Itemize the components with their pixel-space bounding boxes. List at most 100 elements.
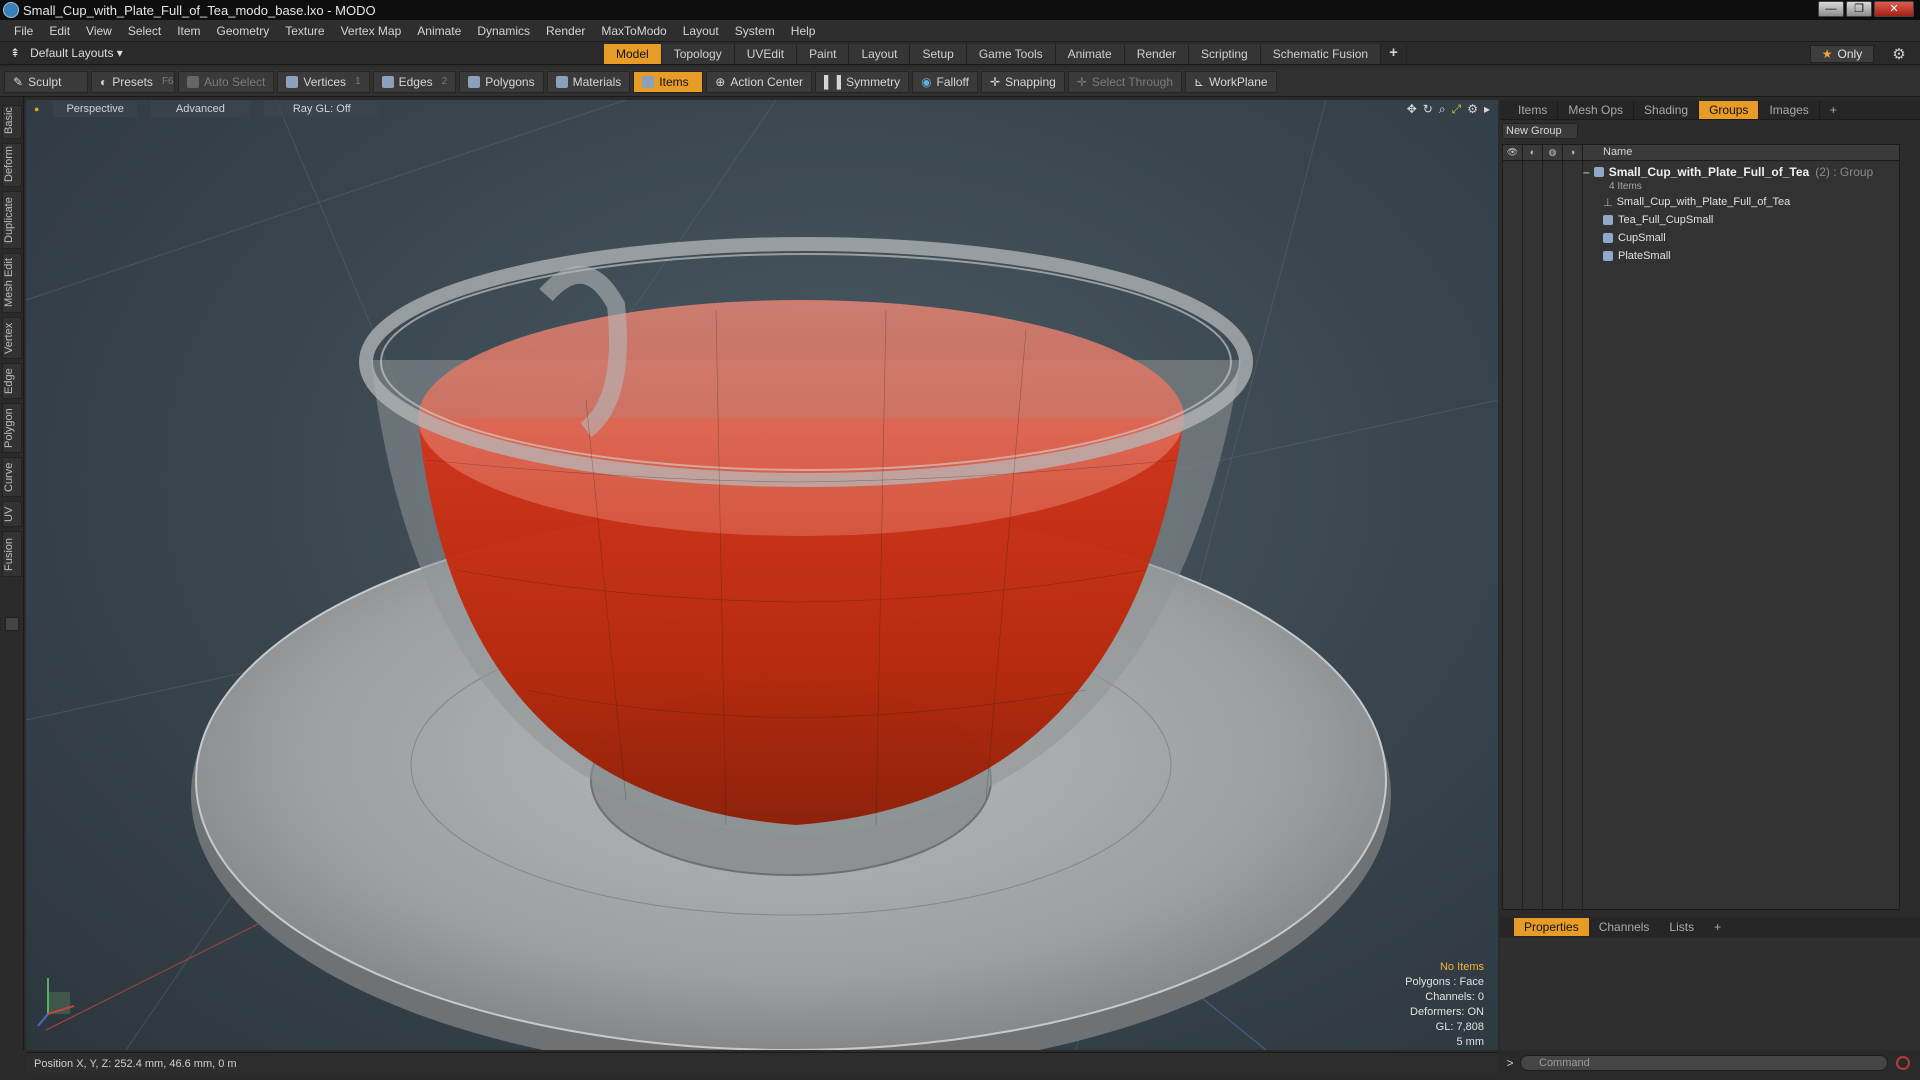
tab-animate[interactable]: Animate bbox=[1055, 44, 1125, 64]
auto-select-button[interactable]: Auto Select bbox=[178, 70, 275, 93]
tab-curve[interactable]: Curve bbox=[2, 457, 22, 497]
groups-panel: Items Mesh Ops Shading Groups Images + N… bbox=[1500, 100, 1920, 910]
falloff-button[interactable]: ◉ Falloff bbox=[912, 70, 979, 93]
menu-layout[interactable]: Layout bbox=[683, 24, 719, 38]
tree-item-locator[interactable]: ⊥ Small_Cup_with_Plate_Full_of_Tea bbox=[1603, 193, 1899, 211]
tree-item-tea[interactable]: Tea_Full_CupSmall bbox=[1603, 211, 1899, 229]
tab-items[interactable]: Items bbox=[1508, 100, 1559, 119]
tab-lists[interactable]: Lists bbox=[1659, 918, 1704, 936]
menu-item[interactable]: Item bbox=[177, 24, 200, 38]
menu-render[interactable]: Render bbox=[546, 24, 585, 38]
tab-mesh-edit[interactable]: Mesh Edit bbox=[2, 253, 22, 313]
vertices-button[interactable]: Vertices 1 bbox=[277, 70, 370, 93]
tab-scripting[interactable]: Scripting bbox=[1189, 44, 1261, 64]
zoom-icon[interactable]: ⌕ bbox=[1439, 102, 1446, 117]
right-panel-tabs: Items Mesh Ops Shading Groups Images + bbox=[1500, 100, 1920, 120]
tab-properties[interactable]: Properties bbox=[1514, 918, 1589, 936]
menu-select[interactable]: Select bbox=[128, 24, 161, 38]
menu-dynamics[interactable]: Dynamics bbox=[477, 24, 530, 38]
default-layouts-dropdown[interactable]: ⇞ Default Layouts ▾ bbox=[10, 46, 123, 60]
tab-vertex[interactable]: Vertex bbox=[2, 317, 22, 359]
action-center-button[interactable]: ⊕ Action Center bbox=[706, 70, 813, 93]
symmetry-button[interactable]: ▌▐ Symmetry bbox=[815, 70, 910, 93]
menu-help[interactable]: Help bbox=[791, 24, 816, 38]
3d-viewport[interactable]: ● Perspective Advanced Ray GL: Off ✥ ↻ ⌕… bbox=[26, 100, 1498, 1050]
maximize-button[interactable]: ❐ bbox=[1846, 1, 1872, 17]
items-icon bbox=[642, 75, 655, 88]
tab-uvedit[interactable]: UVEdit bbox=[734, 44, 798, 64]
viewport-gear-icon[interactable]: ⚙ bbox=[1467, 102, 1478, 117]
gear-icon[interactable]: ⚙ bbox=[1890, 45, 1908, 63]
tab-uv[interactable]: UV bbox=[2, 501, 22, 527]
shading-mode-button[interactable]: Advanced bbox=[150, 101, 250, 117]
command-input[interactable]: Command bbox=[1520, 1055, 1888, 1071]
properties-panel bbox=[1500, 938, 1920, 1050]
sculpt-button[interactable]: ✎ Sculpt bbox=[4, 70, 88, 93]
workplane-button[interactable]: ⊾ WorkPlane bbox=[1185, 70, 1277, 93]
menu-file[interactable]: File bbox=[14, 24, 33, 38]
fit-icon[interactable]: ⤢ bbox=[1452, 102, 1462, 117]
tab-schematic-fusion[interactable]: Schematic Fusion bbox=[1260, 44, 1382, 64]
snapping-button[interactable]: ✛ Snapping bbox=[981, 70, 1065, 93]
select-through-button[interactable]: ✛ Select Through bbox=[1067, 70, 1183, 93]
layout-collapse-icon[interactable]: ⇞ bbox=[10, 46, 20, 60]
menu-texture[interactable]: Texture bbox=[285, 24, 324, 38]
tab-paint[interactable]: Paint bbox=[797, 44, 850, 64]
menu-geometry[interactable]: Geometry bbox=[217, 24, 270, 38]
close-button[interactable]: ✕ bbox=[1874, 1, 1914, 17]
menu-view[interactable]: View bbox=[86, 24, 112, 38]
tab-channels[interactable]: Channels bbox=[1589, 918, 1660, 936]
name-column-header[interactable]: Name bbox=[1603, 146, 1632, 158]
raygl-button[interactable]: Ray GL: Off bbox=[263, 101, 380, 117]
presets-button[interactable]: ◐ Presets F6 bbox=[91, 70, 175, 93]
tab-render[interactable]: Render bbox=[1124, 44, 1190, 64]
tab-deform[interactable]: Deform bbox=[2, 143, 22, 187]
polygons-label: Polygons bbox=[485, 74, 535, 89]
info-polygons: Polygons : Face bbox=[1405, 976, 1484, 988]
menu-edit[interactable]: Edit bbox=[49, 24, 70, 38]
tab-fusion[interactable]: Fusion bbox=[2, 531, 22, 577]
tab-groups[interactable]: Groups bbox=[1699, 100, 1760, 119]
new-group-button[interactable]: New Group bbox=[1502, 123, 1578, 139]
menu-system[interactable]: System bbox=[735, 24, 775, 38]
tab-images[interactable]: Images bbox=[1759, 100, 1820, 119]
only-toggle[interactable]: ★ Only bbox=[1810, 45, 1874, 63]
items-button[interactable]: Items bbox=[633, 70, 704, 93]
add-tab-button[interactable]: + bbox=[1381, 44, 1407, 64]
viewport-options-icon[interactable]: ● bbox=[34, 104, 39, 114]
panel-toggle-icon[interactable] bbox=[5, 617, 19, 631]
materials-button[interactable]: Materials bbox=[546, 70, 631, 93]
rotate-icon[interactable]: ↻ bbox=[1423, 102, 1433, 117]
menu-animate[interactable]: Animate bbox=[417, 24, 461, 38]
tab-shading[interactable]: Shading bbox=[1634, 100, 1700, 119]
select-column-icon[interactable]: ◑ bbox=[1563, 145, 1583, 161]
view-type-button[interactable]: Perspective bbox=[53, 101, 137, 117]
visibility-column-icon[interactable]: 👁 bbox=[1503, 145, 1523, 161]
edges-button[interactable]: Edges 2 bbox=[372, 70, 457, 93]
tab-mesh-ops[interactable]: Mesh Ops bbox=[1558, 100, 1635, 119]
menu-vertex-map[interactable]: Vertex Map bbox=[341, 24, 402, 38]
modo-app-icon bbox=[3, 2, 19, 18]
add-panel-tab-button[interactable]: + bbox=[1820, 101, 1847, 119]
polygons-button[interactable]: Polygons bbox=[459, 70, 544, 93]
lock-column-icon[interactable]: ◍ bbox=[1543, 145, 1563, 161]
tab-topology[interactable]: Topology bbox=[661, 44, 735, 64]
tab-basic[interactable]: Basic bbox=[2, 105, 22, 139]
tab-duplicate[interactable]: Duplicate bbox=[2, 191, 22, 249]
expand-icon[interactable]: ▸ bbox=[1484, 102, 1490, 117]
tab-layout[interactable]: Layout bbox=[849, 44, 911, 64]
tree-item-plate[interactable]: PlateSmall bbox=[1603, 247, 1899, 265]
minimize-button[interactable]: — bbox=[1818, 1, 1844, 17]
pan-icon[interactable]: ✥ bbox=[1407, 102, 1417, 117]
record-icon[interactable] bbox=[1896, 1056, 1910, 1070]
tab-polygon[interactable]: Polygon bbox=[2, 403, 22, 453]
brush-icon: ✎ bbox=[13, 74, 24, 89]
tab-game-tools[interactable]: Game Tools bbox=[966, 44, 1056, 64]
tab-setup[interactable]: Setup bbox=[910, 44, 967, 64]
tab-edge[interactable]: Edge bbox=[2, 363, 22, 399]
add-props-tab-button[interactable]: + bbox=[1704, 918, 1731, 936]
menu-maxtomodo[interactable]: MaxToModo bbox=[601, 24, 666, 38]
render-column-icon[interactable]: ◐ bbox=[1523, 145, 1543, 161]
tree-item-cup[interactable]: CupSmall bbox=[1603, 229, 1899, 247]
tab-model[interactable]: Model bbox=[604, 44, 662, 64]
